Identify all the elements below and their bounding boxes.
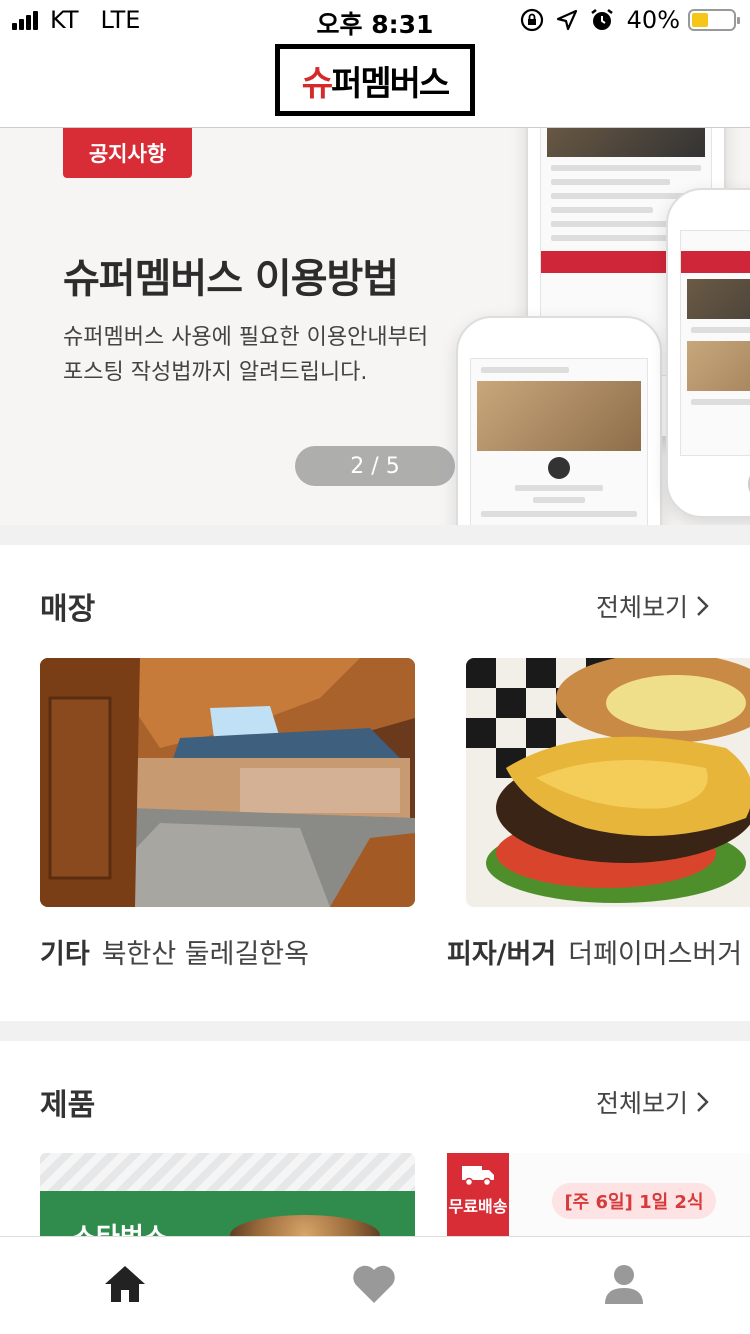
tab-profile[interactable] <box>599 1261 649 1307</box>
store-category: 피자/버거 <box>447 939 557 970</box>
status-bar: KT LTE 오후 8:31 40% <box>0 0 750 40</box>
products-see-all-link[interactable]: 전체보기 <box>596 1084 710 1120</box>
alarm-icon <box>590 9 613 30</box>
phone-mockup-middle <box>456 316 662 525</box>
products-see-all-label: 전체보기 <box>595 1089 688 1118</box>
chevron-right-icon <box>697 596 709 616</box>
notice-banner[interactable]: 공지사항 슈퍼멤버스 이용방법 슈퍼멤버스 사용에 필요한 이용안내부터 포스팅… <box>0 128 750 525</box>
heart-icon <box>353 1265 395 1303</box>
tab-favorites[interactable] <box>349 1261 399 1307</box>
store-name: 북한산 둘레길한옥 <box>101 939 309 970</box>
free-shipping-label: 무료배송 <box>448 1197 508 1216</box>
location-arrow-icon <box>556 9 577 31</box>
section-divider <box>0 1021 750 1041</box>
stores-section-title: 매장 <box>40 592 96 627</box>
store-caption-burger[interactable]: 피자/버거 더페이머스버거 <box>447 932 742 971</box>
app-header: 슈 퍼멤버스 <box>0 40 750 128</box>
profile-icon <box>605 1265 643 1304</box>
battery-icon <box>688 9 740 31</box>
store-name: 더페이머스버거 <box>568 939 743 970</box>
battery-fill <box>692 13 708 27</box>
product-card-starbucks[interactable]: 스타벅스 <box>40 1153 415 1243</box>
phone-mockup-right <box>666 188 750 518</box>
battery-percent: 40% <box>626 6 680 34</box>
app-logo[interactable]: 슈 퍼멤버스 <box>275 44 475 116</box>
banner-pager: 2 / 5 <box>295 446 455 486</box>
stores-see-all-link[interactable]: 전체보기 <box>596 588 710 624</box>
free-shipping-badge: 무료배송 <box>447 1153 509 1243</box>
products-section-title: 제품 <box>40 1088 96 1123</box>
chevron-right-icon <box>697 1092 709 1112</box>
bottom-tab-bar <box>0 1236 750 1334</box>
product-card-meal-delivery[interactable]: 무료배송 [주 6일] 1일 2식 <box>446 1153 750 1243</box>
banner-title: 슈퍼멤버스 이용방법 <box>63 256 399 302</box>
banner-description: 슈퍼멤버스 사용에 필요한 이용안내부터 포스팅 작성법까지 알려드립니다. <box>63 325 429 385</box>
home-icon <box>105 1266 145 1302</box>
store-image-burger[interactable] <box>466 658 750 907</box>
delivery-schedule-pill: [주 6일] 1일 2식 <box>552 1183 716 1219</box>
logo-rest-text: 퍼멤버스 <box>331 63 450 104</box>
notice-badge: 공지사항 <box>63 128 192 178</box>
store-caption-hanok[interactable]: 기타 북한산 둘레길한옥 <box>40 932 309 971</box>
delivery-truck-icon <box>462 1166 494 1187</box>
logo-first-char: 슈 <box>301 63 333 104</box>
orientation-lock-icon <box>520 8 543 32</box>
stores-see-all-label: 전체보기 <box>595 593 688 622</box>
section-divider <box>0 525 750 545</box>
store-category: 기타 <box>40 939 90 970</box>
store-image-hanok[interactable] <box>40 658 415 907</box>
tab-home[interactable] <box>100 1261 150 1307</box>
